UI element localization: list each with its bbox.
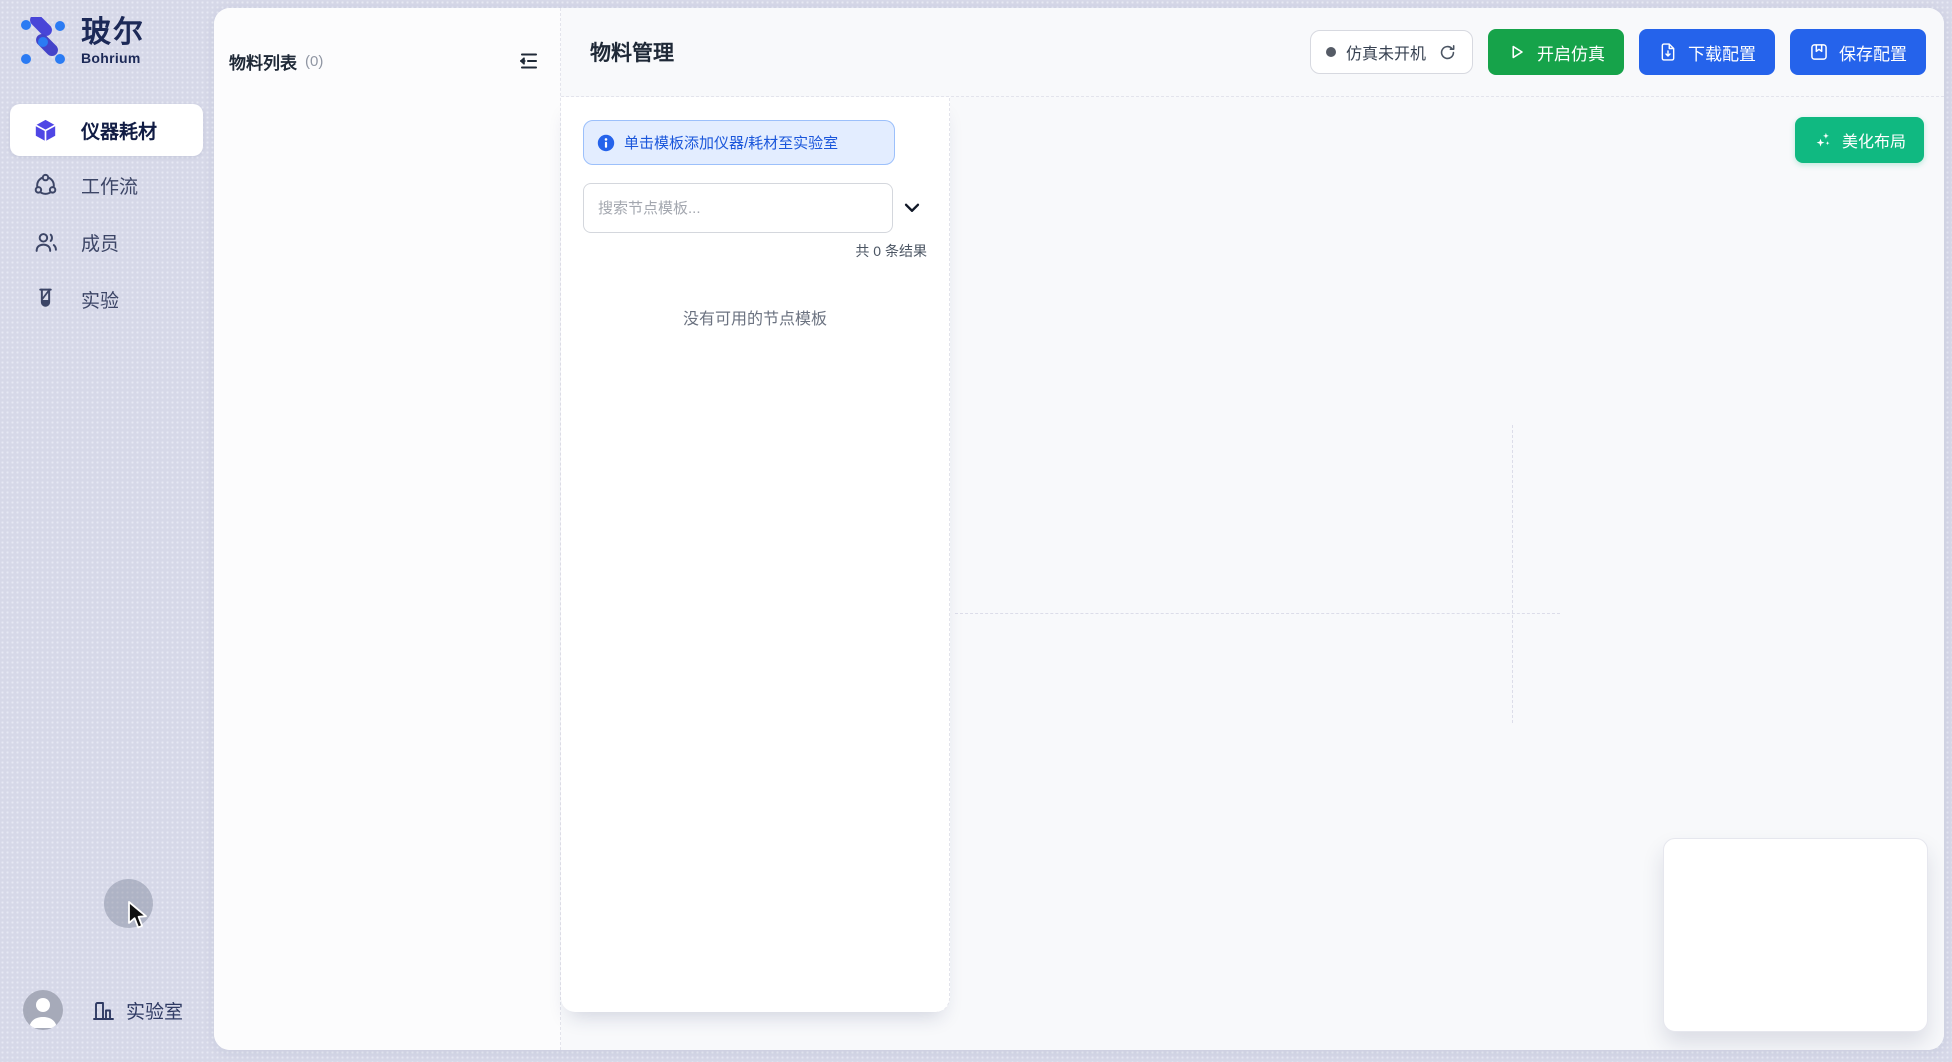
result-count: 共 0 条结果	[855, 241, 927, 261]
simulation-status-pill[interactable]: 仿真未开机	[1310, 30, 1473, 74]
test-tube-icon	[33, 287, 58, 312]
chevron-down-icon[interactable]	[901, 197, 923, 219]
info-icon	[597, 134, 615, 152]
sparkles-icon	[1813, 130, 1833, 150]
materials-list-count: (0)	[305, 53, 323, 70]
beautify-layout-button[interactable]: 美化布局	[1795, 117, 1924, 163]
user-avatar[interactable]	[23, 990, 63, 1030]
template-hint-banner[interactable]: 单击模板添加仪器/耗材至实验室	[583, 120, 895, 165]
download-config-button[interactable]: 下载配置	[1639, 29, 1775, 75]
building-icon	[90, 998, 116, 1024]
mouse-cursor	[126, 901, 152, 931]
sidebar-item-label: 成员	[81, 229, 119, 256]
lab-label: 实验室	[126, 997, 183, 1024]
materials-list-header: 物料列表 (0)	[214, 8, 560, 74]
cube-icon	[33, 118, 58, 143]
topbar-actions: 仿真未开机 开启仿真	[1310, 29, 1926, 75]
sidebar-item-label: 实验	[81, 286, 119, 313]
sidebar-item-instruments[interactable]: 仪器耗材	[10, 104, 203, 156]
brand-text: 玻尔 Bohrium	[81, 18, 145, 66]
file-download-icon	[1658, 42, 1678, 62]
sidebar-item-experiment[interactable]: 实验	[0, 271, 214, 327]
workspace: 物料管理 仿真未开机 开启仿真	[561, 8, 1944, 1050]
canvas[interactable]: 美化布局 单击模板添加仪器/耗材至实验室 共 0 条结果 没有可用的节点模板	[561, 97, 1944, 1050]
refresh-icon[interactable]	[1438, 43, 1457, 62]
save-config-label: 保存配置	[1839, 40, 1907, 65]
brand-name: 玻尔	[81, 18, 145, 48]
simulation-status-label: 仿真未开机	[1346, 40, 1426, 64]
sidebar-footer: 实验室	[0, 990, 214, 1034]
topbar: 物料管理 仿真未开机 开启仿真	[561, 8, 1944, 97]
template-search-input[interactable]	[583, 183, 893, 233]
start-simulation-button[interactable]: 开启仿真	[1488, 29, 1624, 75]
beautify-layout-label: 美化布局	[1842, 128, 1906, 152]
collapse-panel-icon[interactable]	[516, 48, 542, 74]
minimap[interactable]	[1663, 838, 1928, 1032]
canvas-guide-vertical	[1512, 425, 1513, 723]
sidebar-item-label: 仪器耗材	[81, 117, 157, 144]
canvas-guide-horizontal	[955, 613, 1560, 614]
download-config-label: 下载配置	[1688, 40, 1756, 65]
node-template-panel: 单击模板添加仪器/耗材至实验室 共 0 条结果 没有可用的节点模板	[561, 97, 950, 1012]
members-icon	[33, 230, 58, 255]
workflow-icon	[33, 173, 58, 198]
bohrium-logo-icon	[18, 17, 68, 67]
template-hint-text: 单击模板添加仪器/耗材至实验室	[624, 132, 838, 153]
materials-list-title: 物料列表	[229, 49, 297, 74]
sidebar-nav: 仪器耗材 工作流 成员	[0, 104, 214, 327]
materials-list-panel: 物料列表 (0)	[214, 8, 561, 1050]
play-icon	[1507, 42, 1527, 62]
sidebar-item-label: 工作流	[81, 172, 138, 199]
brand-logo: 玻尔 Bohrium	[18, 17, 145, 67]
save-icon	[1809, 42, 1829, 62]
save-config-button[interactable]: 保存配置	[1790, 29, 1926, 75]
lab-link[interactable]: 实验室	[90, 997, 183, 1024]
empty-templates-text: 没有可用的节点模板	[561, 305, 949, 329]
page-title: 物料管理	[590, 37, 674, 67]
main-card: 物料列表 (0) 物料管理 仿真未开机	[214, 8, 1944, 1050]
avatar-person-icon	[23, 990, 63, 1030]
sidebar-item-workflow[interactable]: 工作流	[0, 157, 214, 213]
status-dot-icon	[1326, 47, 1336, 57]
sidebar: 玻尔 Bohrium 仪器耗材 工作流	[0, 0, 214, 1062]
start-simulation-label: 开启仿真	[1537, 40, 1605, 65]
brand-subtitle: Bohrium	[81, 50, 145, 66]
sidebar-item-members[interactable]: 成员	[0, 214, 214, 270]
